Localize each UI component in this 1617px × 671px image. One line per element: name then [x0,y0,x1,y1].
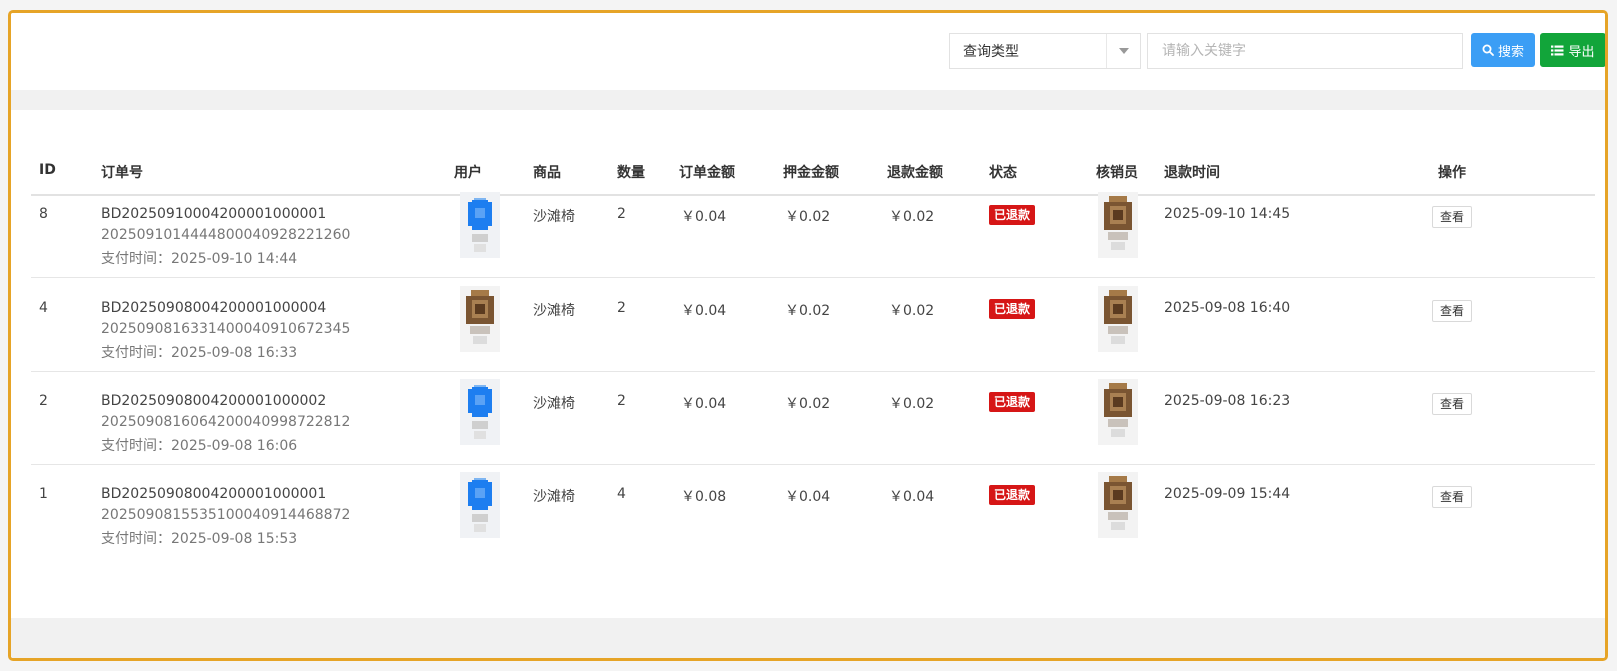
row-divider [31,277,1595,278]
refund-amount: ￥0.02 [889,396,935,412]
deposit-amount: ￥0.02 [785,303,831,319]
goods-name: 沙滩椅 [533,489,575,505]
status-badge: 已退款 [989,485,1036,505]
list-icon [1551,45,1564,55]
user-avatar[interactable] [460,472,500,538]
trade-number: 2025091014444800040928221260 [101,227,351,243]
col-header-status: 状态 [989,165,1017,181]
view-button[interactable]: 查看 [1432,393,1473,415]
refund-time: 2025-09-09 15:44 [1164,486,1291,502]
pay-time: 支付时间：2025-09-08 16:06 [101,438,298,454]
row-id: 1 [39,486,48,502]
col-header-deposit: 押金金额 [783,165,839,181]
status-badge: 已退款 [989,205,1036,225]
quantity: 2 [617,300,626,316]
order-refund-panel: 查询类型 搜索 导出 ID 订单号 用户 商品 [8,10,1608,661]
keyword-input[interactable] [1147,33,1463,69]
refund-amount: ￥0.04 [889,489,935,505]
deposit-amount: ￥0.02 [785,396,831,412]
order-number: BD20250910004200001000001 [101,206,327,222]
quantity: 4 [617,486,626,502]
order-amount: ￥0.04 [681,209,727,225]
query-type-select[interactable]: 查询类型 [949,33,1141,69]
search-button[interactable]: 搜索 [1471,33,1535,67]
goods-name: 沙滩椅 [533,209,575,225]
verifier-avatar[interactable] [1098,472,1138,538]
col-header-qty: 数量 [617,165,645,181]
row-divider [31,371,1595,372]
col-header-goods: 商品 [533,165,561,181]
refund-amount: ￥0.02 [889,303,935,319]
verifier-avatar[interactable] [1098,379,1138,445]
col-header-refund-time: 退款时间 [1164,165,1220,181]
verifier-avatar[interactable] [1098,286,1138,352]
col-header-refund: 退款金额 [887,165,943,181]
order-number: BD20250908004200001000002 [101,393,327,409]
view-button[interactable]: 查看 [1432,300,1473,322]
query-type-label: 查询类型 [963,44,1019,60]
pay-time: 支付时间：2025-09-08 15:53 [101,531,298,547]
row-divider [31,464,1595,465]
quantity: 2 [617,206,626,222]
pay-time: 支付时间：2025-09-10 14:44 [101,251,298,267]
user-avatar[interactable] [460,192,500,258]
goods-name: 沙滩椅 [533,396,575,412]
view-button[interactable]: 查看 [1432,486,1473,508]
refund-time: 2025-09-08 16:40 [1164,300,1291,316]
col-header-id: ID [39,162,56,178]
status-badge: 已退款 [989,299,1036,319]
chevron-down-icon[interactable] [1106,34,1140,68]
header-divider [31,194,1595,196]
user-avatar[interactable] [460,379,500,445]
section-divider [11,90,1605,110]
pay-time: 支付时间：2025-09-08 16:33 [101,345,298,361]
export-button-label: 导出 [1568,44,1595,60]
col-header-verifier: 核销员 [1096,165,1138,181]
refund-amount: ￥0.02 [889,209,935,225]
col-header-action: 操作 [1438,165,1466,181]
order-number: BD20250908004200001000004 [101,300,327,316]
trade-number: 2025090816064200040998722812 [101,414,351,430]
user-avatar[interactable] [460,286,500,352]
quantity: 2 [617,393,626,409]
row-id: 8 [39,206,48,222]
search-icon [1482,44,1494,56]
order-amount: ￥0.04 [681,303,727,319]
refund-time: 2025-09-10 14:45 [1164,206,1291,222]
status-badge: 已退款 [989,392,1036,412]
col-header-order-amount: 订单金额 [679,165,735,181]
order-amount: ￥0.04 [681,396,727,412]
search-button-label: 搜索 [1497,44,1524,60]
goods-name: 沙滩椅 [533,303,575,319]
toolbar: 查询类型 搜索 导出 [11,13,1605,90]
order-table: ID 订单号 用户 商品 数量 订单金额 押金金额 退款金额 状态 核销员 退款… [11,110,1605,618]
view-button[interactable]: 查看 [1432,206,1473,228]
trade-number: 2025090816331400040910672345 [101,321,351,337]
footer-band [11,618,1605,658]
deposit-amount: ￥0.04 [785,489,831,505]
verifier-avatar[interactable] [1098,192,1138,258]
col-header-order-no: 订单号 [101,165,143,181]
refund-time: 2025-09-08 16:23 [1164,393,1291,409]
export-button[interactable]: 导出 [1540,33,1605,67]
row-id: 4 [39,300,48,316]
trade-number: 2025090815535100040914468872 [101,507,351,523]
row-id: 2 [39,393,48,409]
deposit-amount: ￥0.02 [785,209,831,225]
order-amount: ￥0.08 [681,489,727,505]
col-header-user: 用户 [454,165,482,181]
order-number: BD20250908004200001000001 [101,486,327,502]
